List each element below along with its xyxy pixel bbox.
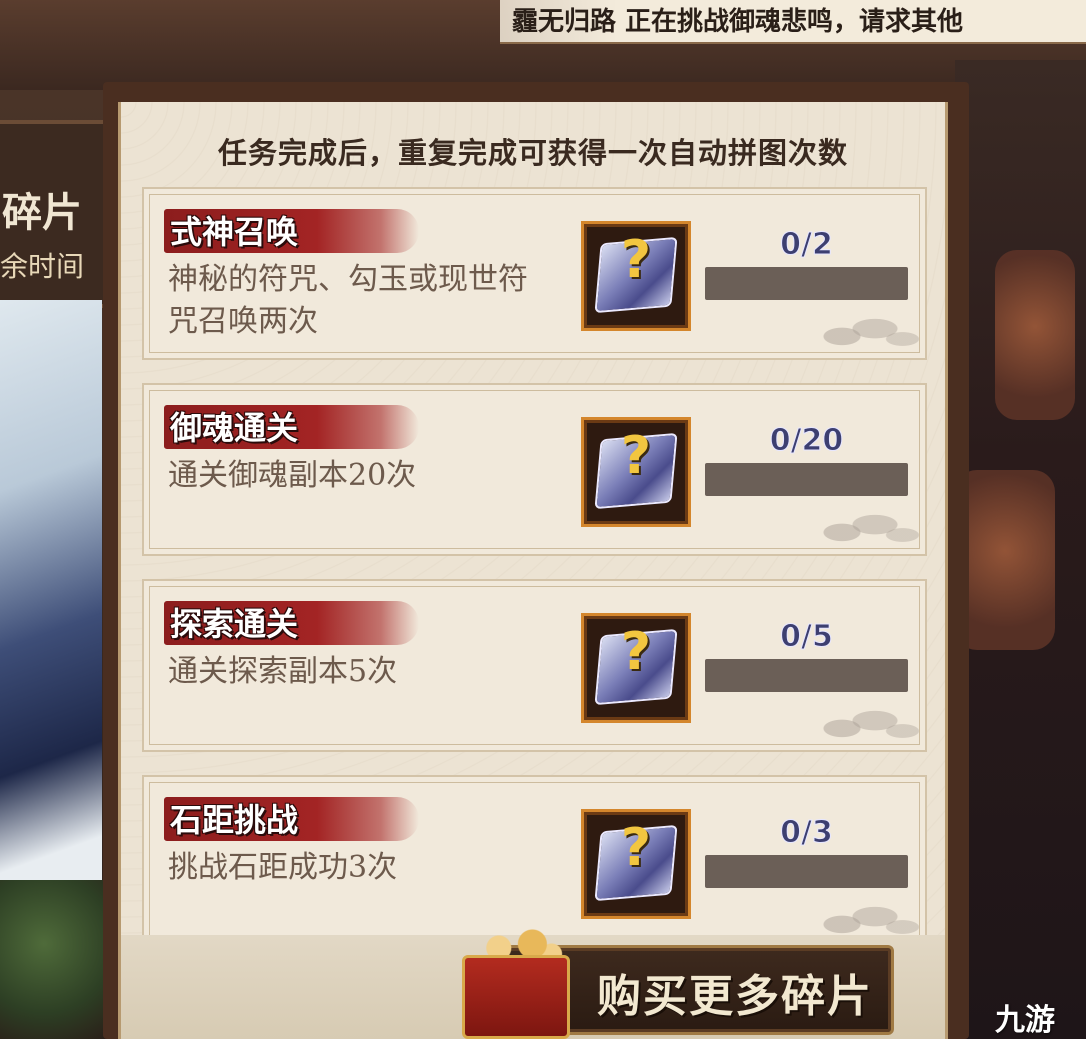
lantern — [995, 250, 1075, 420]
cloud-ornament — [809, 888, 919, 940]
reward-slot[interactable]: ? — [581, 417, 691, 527]
task-title: 式神召唤 — [170, 213, 299, 251]
task-description: 通关御魂副本20次 — [168, 458, 417, 493]
reward-slot[interactable]: ? — [581, 221, 691, 331]
task-title: 御魂通关 — [170, 409, 299, 447]
puzzle-gift-icon[interactable] — [462, 955, 570, 1039]
pine-decoration — [0, 880, 110, 1039]
task-description: 通关探索副本5次 — [168, 654, 398, 689]
progress-count: 0/20 — [769, 423, 844, 459]
progress-bar — [705, 267, 908, 300]
progress-bar — [705, 659, 908, 692]
question-mark-icon: ? — [620, 426, 652, 486]
right-backdrop — [955, 60, 1086, 1039]
progress-bar — [705, 855, 908, 888]
buy-button-label[interactable]: 购买更多碎片 — [585, 960, 885, 1024]
question-mark-icon: ? — [620, 818, 652, 878]
question-mark-icon: ? — [620, 622, 652, 682]
left-panel-subtitle: 余时间 — [0, 250, 85, 283]
progress-count: 0/2 — [780, 227, 834, 263]
reward-slot[interactable]: ? — [581, 613, 691, 723]
progress-count: 0/3 — [780, 815, 834, 851]
task-card-summon: 式神召唤 神秘的符咒、勾玉或现世符咒召唤两次 ? 0/2 — [142, 187, 927, 360]
task-title: 探索通关 — [170, 605, 299, 643]
panel-header-note: 任务完成后，重复完成可获得一次自动拼图次数 — [217, 136, 848, 170]
task-card-stone-challenge: 石距挑战 挑战石距成功3次 ? 0/3 — [142, 775, 927, 948]
task-card-soul-dungeon: 御魂通关 通关御魂副本20次 ? 0/20 — [142, 383, 927, 556]
character-art — [0, 300, 102, 900]
site-watermark: 九游 — [995, 1003, 1055, 1038]
question-mark-icon: ? — [620, 230, 652, 290]
reward-slot[interactable]: ? — [581, 809, 691, 919]
task-description: 神秘的符咒、勾玉或现世符咒召唤两次 — [168, 262, 528, 339]
cloud-ornament — [809, 692, 919, 744]
left-panel-title: 碎片 — [2, 189, 82, 236]
broadcast-marquee: 霾无归路 正在挑战御魂悲鸣，请求其他 — [500, 0, 1086, 44]
lantern — [955, 470, 1055, 650]
task-description: 挑战石距成功3次 — [168, 850, 398, 885]
cloud-ornament — [809, 300, 919, 352]
task-title: 石距挑战 — [170, 801, 299, 839]
cloud-ornament — [809, 496, 919, 548]
progress-count: 0/5 — [780, 619, 834, 655]
progress-bar — [705, 463, 908, 496]
task-card-exploration: 探索通关 通关探索副本5次 ? 0/5 — [142, 579, 927, 752]
